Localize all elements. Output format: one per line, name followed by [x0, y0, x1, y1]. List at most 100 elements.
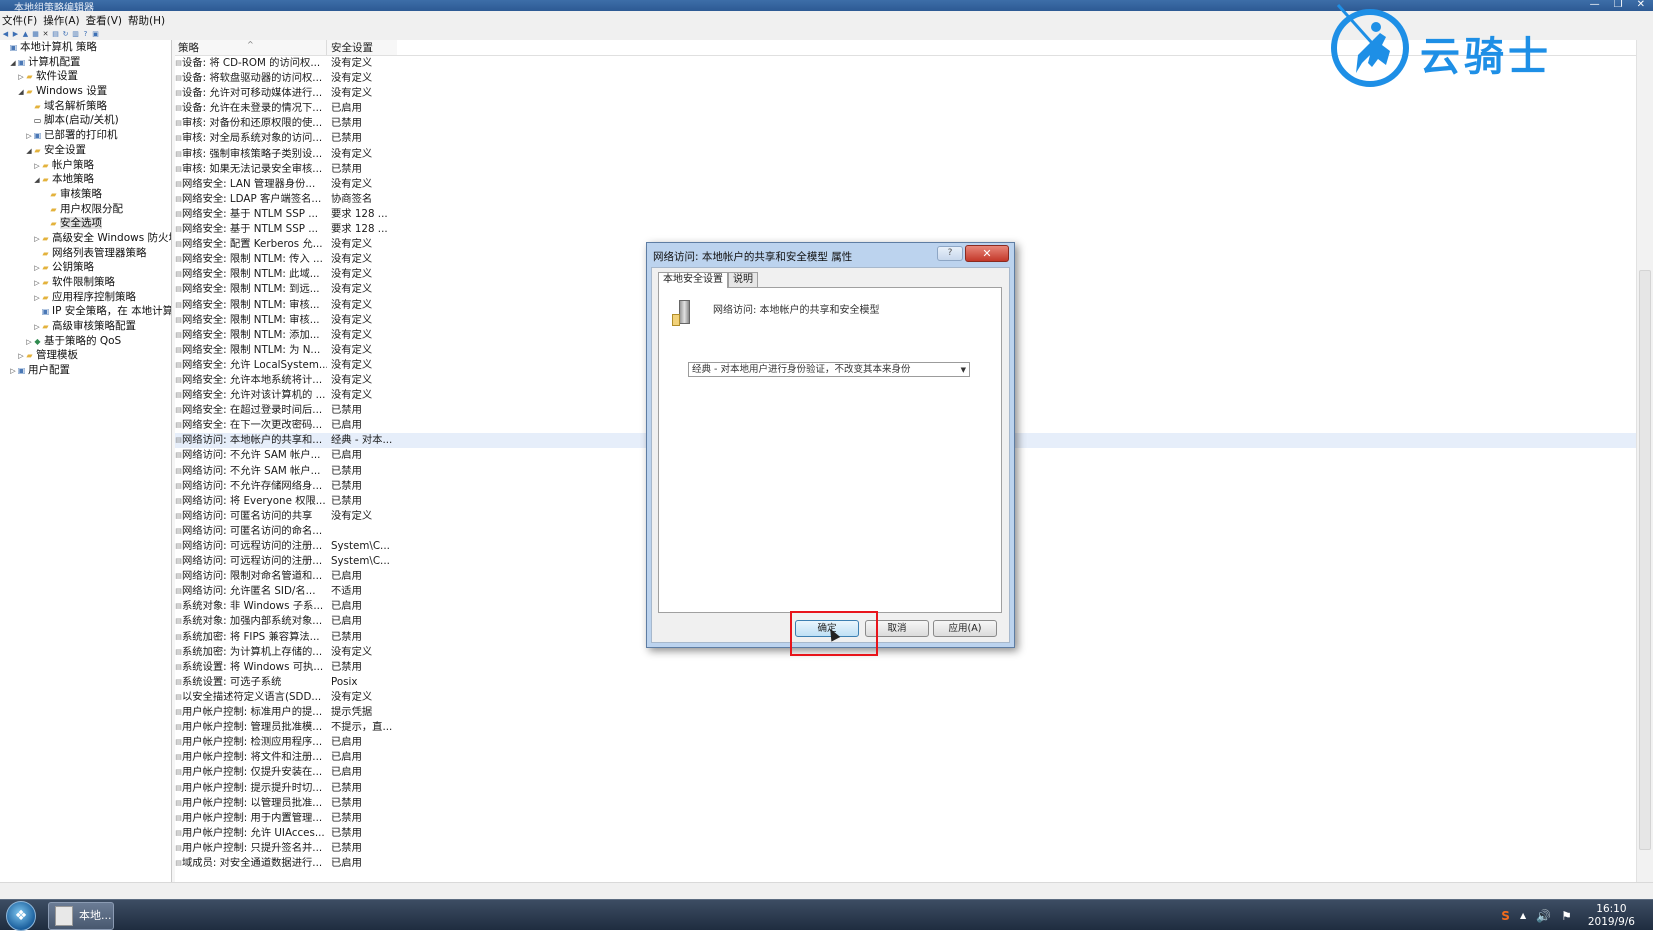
apply-button[interactable]: 应用(A): [933, 620, 997, 637]
tree-node[interactable]: ▰ 域名解析策略: [0, 99, 171, 114]
export-icon[interactable]: ▥: [72, 31, 79, 38]
tree-node[interactable]: ▭ 脚本(启动/关机): [0, 113, 171, 128]
expand-toggle-icon[interactable]: ◢: [25, 144, 33, 159]
column-policy[interactable]: 策略 ^: [175, 40, 327, 55]
tab-local-security-setting[interactable]: 本地安全设置: [658, 272, 728, 288]
table-row[interactable]: ▤ 用户帐户控制: 允许 UIAcces... 已禁用: [175, 826, 1653, 841]
table-row[interactable]: ▤ 审核: 如果无法记录安全审核... 已禁用: [175, 162, 1653, 177]
expand-toggle-icon[interactable]: ▷: [33, 261, 41, 276]
table-row[interactable]: ▤ 用户帐户控制: 用于内置管理... 已禁用: [175, 811, 1653, 826]
table-row[interactable]: ▤ 用户帐户控制: 仅提升安装在... 已启用: [175, 765, 1653, 780]
tree-node[interactable]: ▣ IP 安全策略，在 本地计算机: [0, 304, 171, 319]
tree-node[interactable]: ▷ ▰ 管理模板: [0, 348, 171, 363]
start-button[interactable]: ❖: [6, 901, 36, 931]
tree-node[interactable]: ◢ ▰ Windows 设置: [0, 84, 171, 99]
menu-file[interactable]: 文件(F): [0, 11, 40, 29]
table-row[interactable]: ▤ 网络安全: LAN 管理器身份... 没有定义: [175, 177, 1653, 192]
tree-node[interactable]: ▷ ▣ 已部署的打印机: [0, 128, 171, 143]
expand-toggle-icon[interactable]: ◢: [17, 85, 25, 100]
show-hide-tree-icon[interactable]: ▦: [32, 31, 39, 38]
column-setting[interactable]: 安全设置: [327, 40, 397, 55]
forward-icon[interactable]: ▶: [12, 31, 19, 38]
menu-help[interactable]: 帮助(H): [125, 11, 168, 29]
tree-node[interactable]: ▷ ▰ 帐户策略: [0, 158, 171, 173]
tree-node[interactable]: ▷ ▰ 软件设置: [0, 69, 171, 84]
vertical-scrollbar[interactable]: [1636, 40, 1653, 882]
table-row[interactable]: ▤ 网络安全: 基于 NTLM SSP ... 要求 128 ...: [175, 222, 1653, 237]
action-center-icon[interactable]: ⚑: [1561, 909, 1572, 923]
tree-node[interactable]: ▰ 审核策略: [0, 187, 171, 202]
tree-node[interactable]: ◢ ▣ 计算机配置: [0, 55, 171, 70]
table-row[interactable]: ▤ 域成员: 对安全通道数据进行... 已启用: [175, 856, 1653, 871]
table-row[interactable]: ▤ 以安全描述符定义语言(SDD... 没有定义: [175, 690, 1653, 705]
expand-toggle-icon[interactable]: ◢: [9, 56, 17, 71]
tree-node[interactable]: ▷ ▰ 高级审核策略配置: [0, 319, 171, 334]
tree-node[interactable]: ▷ ▰ 应用程序控制策略: [0, 290, 171, 305]
table-row[interactable]: ▤ 用户帐户控制: 将文件和注册... 已启用: [175, 750, 1653, 765]
policy-item-icon: ▤: [175, 134, 182, 143]
policy-name-cell: 网络安全: 在下一次更改密码...: [182, 419, 323, 432]
tree-node[interactable]: ▷ ▰ 公钥策略: [0, 260, 171, 275]
clock[interactable]: 16:10 2019/9/6: [1588, 903, 1635, 929]
table-row[interactable]: ▤ 用户帐户控制: 管理员批准模... 不提示，直...: [175, 720, 1653, 735]
policy-name-cell: 网络安全: 限制 NTLM: 此域...: [182, 268, 320, 281]
expand-toggle-icon[interactable]: ▷: [17, 349, 25, 364]
up-icon[interactable]: ▲: [22, 31, 29, 38]
expand-toggle-icon[interactable]: ▷: [33, 291, 41, 306]
dialog-help-button[interactable]: ?: [937, 246, 963, 261]
table-row[interactable]: ▤ 系统设置: 可选子系统 Posix: [175, 675, 1653, 690]
taskbar-app-gpedit[interactable]: 本地...: [48, 902, 114, 930]
tree-node[interactable]: ▣ 本地计算机 策略: [0, 40, 171, 55]
dialog-close-button[interactable]: ✕: [965, 245, 1009, 262]
table-row[interactable]: ▤ 审核: 强制审核策略子类别设... 没有定义: [175, 147, 1653, 162]
tree-node[interactable]: ◢ ▰ 本地策略: [0, 172, 171, 187]
volume-icon[interactable]: 🔊: [1536, 909, 1551, 923]
table-row[interactable]: ▤ 审核: 对全局系统对象的访问... 已禁用: [175, 131, 1653, 146]
chevron-down-icon[interactable]: ▼: [961, 363, 966, 377]
table-row[interactable]: ▤ 审核: 对备份和还原权限的使... 已禁用: [175, 116, 1653, 131]
tree-node[interactable]: ◢ ▰ 安全设置: [0, 143, 171, 158]
table-row[interactable]: ▤ 系统设置: 将 Windows 可执... 已禁用: [175, 660, 1653, 675]
expand-toggle-icon[interactable]: ▷: [9, 364, 17, 379]
sogou-ime-icon[interactable]: S: [1501, 909, 1510, 923]
help-icon[interactable]: ?: [82, 31, 89, 38]
tree-node[interactable]: ▷ ▰ 高级安全 Windows 防火墙: [0, 231, 171, 246]
expand-toggle-icon[interactable]: ▷: [25, 335, 33, 350]
expand-toggle-icon[interactable]: ▷: [33, 320, 41, 335]
tree-node[interactable]: ▷ ▣ 用户配置: [0, 363, 171, 378]
expand-toggle-icon[interactable]: ▷: [33, 276, 41, 291]
table-row[interactable]: ▤ 网络安全: LDAP 客户端签名... 协商签名: [175, 192, 1653, 207]
expand-toggle-icon[interactable]: ▷: [33, 159, 41, 174]
refresh-icon[interactable]: ↻: [62, 31, 69, 38]
properties-icon[interactable]: ▤: [52, 31, 59, 38]
tree-node[interactable]: ▷ ◆ 基于策略的 QoS: [0, 334, 171, 349]
table-row[interactable]: ▤ 用户帐户控制: 只提升签名并... 已禁用: [175, 841, 1653, 856]
table-row[interactable]: ▤ 用户帐户控制: 以管理员批准... 已禁用: [175, 796, 1653, 811]
show-hidden-icons-icon[interactable]: ▲: [1520, 911, 1526, 920]
close-window-button[interactable]: ✕: [1637, 0, 1645, 10]
tab-explain[interactable]: 说明: [728, 272, 758, 287]
view-icon[interactable]: ▣: [92, 31, 99, 38]
menu-view[interactable]: 查看(V): [83, 11, 125, 29]
policy-name-cell: 网络访问: 可远程访问的注册...: [182, 540, 323, 552]
table-row[interactable]: ▤ 网络安全: 基于 NTLM SSP ... 要求 128 ...: [175, 207, 1653, 222]
tree-node[interactable]: ▰ 安全选项: [0, 216, 171, 231]
table-row[interactable]: ▤ 用户帐户控制: 检测应用程序... 已启用: [175, 735, 1653, 750]
tree-node[interactable]: ▰ 用户权限分配: [0, 202, 171, 217]
table-row[interactable]: ▤ 用户帐户控制: 标准用户的提... 提示凭据: [175, 705, 1653, 720]
back-icon[interactable]: ◀: [2, 31, 9, 38]
menu-action[interactable]: 操作(A): [40, 11, 82, 29]
tree-node[interactable]: ▷ ▰ 软件限制策略: [0, 275, 171, 290]
expand-toggle-icon[interactable]: ▷: [33, 232, 41, 247]
table-row[interactable]: ▤ 设备: 允许在未登录的情况下... 已启用: [175, 101, 1653, 116]
expand-toggle-icon[interactable]: ▷: [25, 129, 33, 144]
scrollbar-thumb[interactable]: [1639, 270, 1651, 850]
tree-node-label: 应用程序控制策略: [52, 290, 136, 303]
security-setting-cell: 已禁用: [331, 494, 362, 507]
expand-toggle-icon[interactable]: ▷: [17, 70, 25, 85]
sharing-model-dropdown[interactable]: 经典 - 对本地用户进行身份验证，不改变其本来身份 ▼: [688, 362, 970, 377]
delete-icon[interactable]: ✕: [42, 31, 49, 38]
expand-toggle-icon[interactable]: ◢: [33, 173, 41, 188]
tree-node[interactable]: ▰ 网络列表管理器策略: [0, 246, 171, 261]
table-row[interactable]: ▤ 用户帐户控制: 提示提升时切... 已禁用: [175, 781, 1653, 796]
